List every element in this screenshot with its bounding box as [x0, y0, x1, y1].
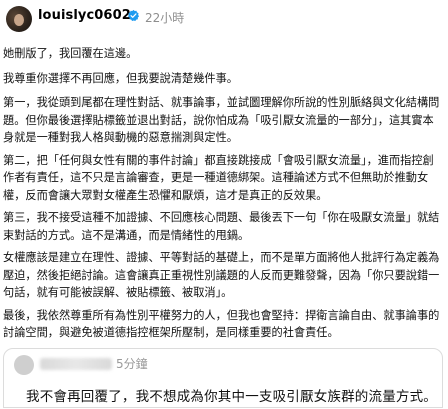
reply-avatar — [14, 355, 34, 375]
post-paragraph: 第三，我不接受這種不加證據、不回應核心問題、最後丟下一句「你在吸厭女流量」就結束… — [3, 211, 440, 242]
reply-timestamp: 5分鐘 — [116, 357, 148, 371]
avatar[interactable] — [6, 6, 32, 32]
username[interactable]: louislyc0602 — [38, 8, 131, 23]
post-paragraph: 她刪版了，我回覆在這邊。 — [3, 47, 138, 60]
verified-badge-icon — [127, 9, 140, 22]
post-timestamp: 22小時 — [145, 11, 185, 25]
post-paragraph: 最後，我依然尊重所有為性別平權努力的人，但我也會堅持：捍衛言論自由、就事論事的討… — [3, 308, 440, 340]
post-paragraph: 第一，我從頭到尾都在理性對話、就事論事，並試圖理解你所說的性別脈絡與文化結構問題… — [3, 96, 440, 144]
post-body: 她刪版了，我回覆在這邊。 我尊重你選擇不再回應，但我要說清楚幾件事。 第一，我從… — [3, 45, 443, 347]
post-paragraph: 第二，把「任何與女性有關的事件討論」都直接跳接成「會吸引厭女流量」，進而指控創作… — [3, 153, 434, 202]
redacted-username — [40, 358, 112, 370]
post-paragraph: 女權應該是建立在理性、證據、平等對話的基礎上，而不是單方面將他人批評行為定義為壓… — [3, 251, 440, 299]
post-paragraph: 我尊重你選擇不再回應，但我要說清楚幾件事。 — [3, 71, 238, 85]
reply-text: 我不會再回覆了，我不想成為你其中一支吸引厭女族群的流量方式。 — [26, 389, 437, 405]
quoted-reply-card[interactable]: 5分鐘 我不會再回覆了，我不想成為你其中一支吸引厭女族群的流量方式。 — [3, 348, 443, 408]
post-header: louislyc0602 22小時 — [0, 0, 448, 40]
